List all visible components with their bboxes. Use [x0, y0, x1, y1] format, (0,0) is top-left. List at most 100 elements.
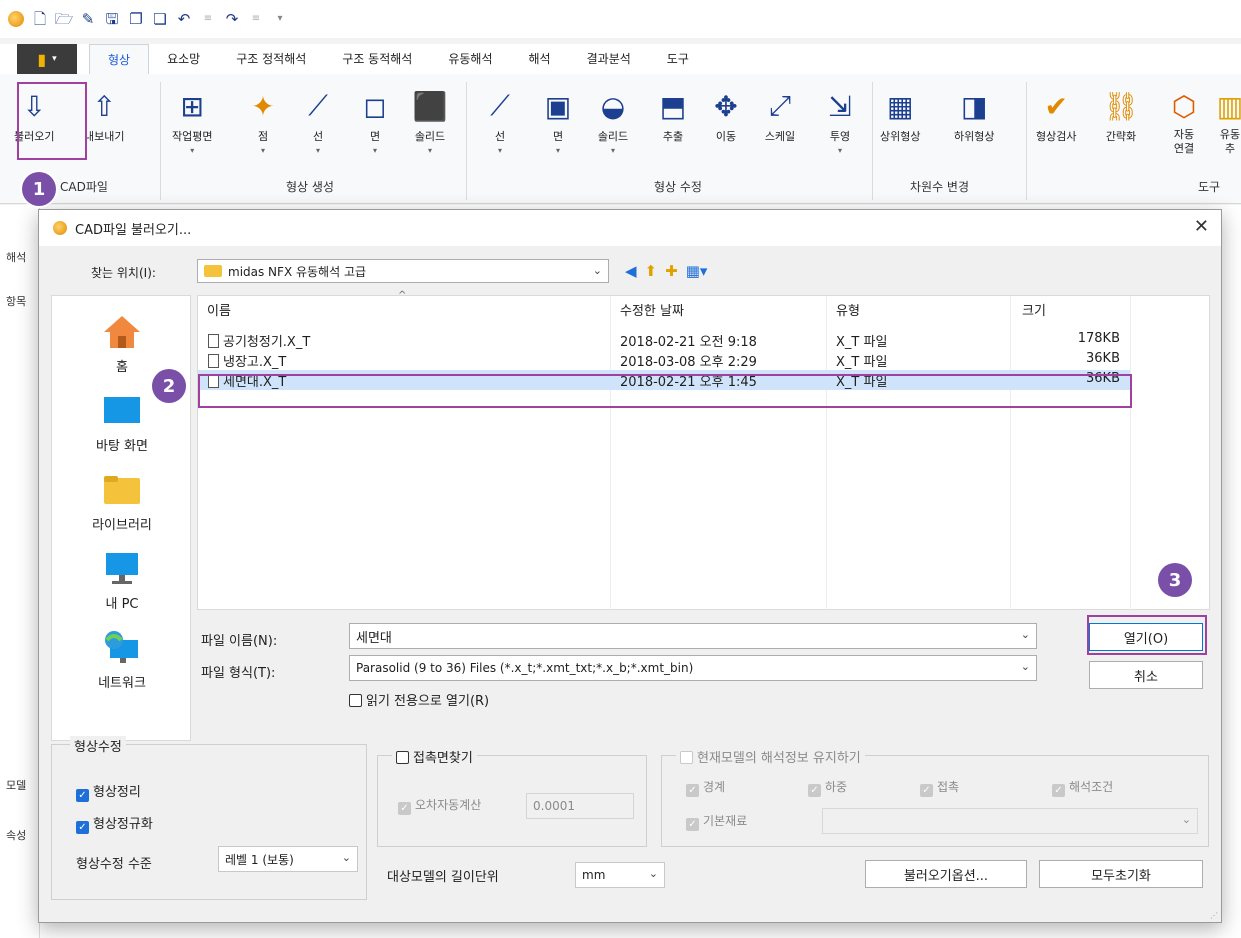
chevron-down-icon: ⌄: [1020, 660, 1030, 673]
keep-boundary-option[interactable]: ✓ 경계: [686, 778, 725, 797]
customize-qat-icon[interactable]: ▾: [272, 11, 288, 27]
view-menu-icon[interactable]: ▦▾: [686, 262, 708, 280]
flow-button[interactable]: ▥ 유동 추: [1212, 88, 1241, 156]
place-my-pc[interactable]: 내 PC: [52, 549, 192, 612]
file-menu-button[interactable]: ▮ ▾: [17, 44, 77, 74]
material-select[interactable]: ⌄: [822, 808, 1198, 834]
tab-static-analysis[interactable]: 구조 정적해석: [218, 44, 324, 74]
tolerance-input[interactable]: 0.0001: [526, 793, 634, 819]
projection-icon: ⇲: [828, 89, 852, 123]
filename-input[interactable]: 세면대 ⌄: [349, 623, 1037, 649]
app-logo-icon[interactable]: [8, 11, 24, 27]
modify-face-button[interactable]: ▣ 면 ▾: [540, 88, 576, 156]
shape-cleanup-label: 형상정리: [93, 785, 141, 800]
paste-doc-icon[interactable]: ❏: [152, 11, 168, 27]
tab-tools[interactable]: 도구: [649, 44, 707, 74]
import-options-button[interactable]: 불러오기옵션...: [865, 860, 1027, 888]
filetype-value: Parasolid (9 to 36) Files (*.x_t;*.xmt_t…: [356, 661, 694, 675]
modify-line-button[interactable]: ⟋ 선 ▾: [482, 88, 518, 155]
extract-button[interactable]: ⬒ 추출: [655, 88, 691, 144]
readonly-option[interactable]: 읽기 전용으로 열기(R): [349, 690, 489, 709]
keep-boundary-label: 경계: [703, 780, 726, 794]
keep-material-option[interactable]: ✓ 기본재료: [686, 812, 747, 831]
tab-dynamic-analysis[interactable]: 구조 동적해석: [324, 44, 430, 74]
keep-material-label: 기본재료: [703, 814, 748, 828]
contact-legend[interactable]: 접촉면찾기: [392, 747, 477, 766]
place-network[interactable]: 네트워크: [52, 628, 192, 691]
file-row[interactable]: 냉장고.X_T 2018-03-08 오후 2:29 X_T 파일 36KB: [198, 350, 1130, 370]
readonly-checkbox[interactable]: [349, 694, 362, 707]
dialog-title: CAD파일 불러오기...: [75, 222, 192, 238]
cad-export-icon: ⇧: [92, 89, 116, 123]
edit-icon[interactable]: ✎: [80, 11, 96, 27]
upper-shape-button[interactable]: ▦ 상위형상: [880, 88, 920, 144]
check-icon[interactable]: ✓: [76, 821, 89, 834]
tab-flow-analysis[interactable]: 유동해석: [430, 44, 510, 74]
save-icon[interactable]: 🖫: [104, 11, 120, 27]
shape-normalize-option[interactable]: ✓ 형상정규화: [76, 813, 153, 834]
cancel-button[interactable]: 취소: [1089, 661, 1203, 689]
file-list-header: 이름 ^ 수정한 날짜 유형 크기: [198, 290, 1209, 320]
undo-list-icon[interactable]: ≡: [200, 11, 216, 27]
check-icon[interactable]: ✓: [76, 789, 89, 802]
undo-icon[interactable]: ↶: [176, 11, 192, 27]
workplane-button[interactable]: ⊞ 작업평면 ▾: [172, 88, 212, 156]
tab-shape[interactable]: 형상: [89, 44, 150, 74]
extract-label: 추출: [662, 130, 684, 143]
look-in-select[interactable]: midas NFX 유동해석 고급 ⌄: [197, 259, 609, 283]
place-home[interactable]: 홈: [52, 312, 192, 375]
column-type[interactable]: 유형: [836, 300, 860, 319]
redo-list-icon[interactable]: ≡: [248, 11, 264, 27]
tab-analysis[interactable]: 해석: [511, 44, 569, 74]
reset-all-button[interactable]: 모두초기화: [1039, 860, 1203, 888]
desktop-icon: [104, 397, 140, 423]
filetype-select[interactable]: Parasolid (9 to 36) Files (*.x_t;*.xmt_t…: [349, 655, 1037, 681]
keep-conditions-option[interactable]: ✓ 해석조건: [1052, 778, 1113, 797]
point-button[interactable]: ✦ 점 ▾: [245, 88, 281, 156]
new-file-icon[interactable]: 🗋: [32, 11, 48, 27]
scale-button[interactable]: ⤢ 스케일: [762, 88, 798, 144]
new-folder-icon[interactable]: ✚: [665, 262, 678, 280]
open-folder-icon[interactable]: 🗁: [55, 11, 74, 27]
line-button[interactable]: ⟋ 선 ▾: [300, 88, 336, 155]
column-size[interactable]: 크기: [1022, 300, 1046, 319]
resize-grip-icon[interactable]: ⋰: [1210, 911, 1218, 920]
auto-connect-button[interactable]: ⬡ 자동 연결: [1166, 88, 1202, 156]
solid-button[interactable]: ⬛ 솔리드 ▾: [412, 88, 448, 156]
export-button[interactable]: ⇧ 내보내기: [84, 88, 124, 144]
solid-label: 솔리드: [414, 130, 446, 143]
file-row[interactable]: 공기청정기.X_T 2018-02-21 오전 9:18 X_T 파일 178K…: [198, 330, 1130, 350]
simplify-button[interactable]: ⛓ 간략화: [1103, 88, 1139, 144]
back-icon[interactable]: ◀: [625, 262, 637, 280]
cancel-label: 취소: [1134, 669, 1158, 685]
shape-check-button[interactable]: ✔ 형상검사: [1036, 88, 1076, 144]
fix-level-select[interactable]: 레벨 1 (보통) ⌄: [218, 846, 358, 872]
lower-shape-button[interactable]: ◨ 하위형상: [954, 88, 994, 144]
close-icon[interactable]: ✕: [1194, 216, 1209, 237]
keep-info-checkbox[interactable]: [680, 751, 693, 764]
column-name[interactable]: 이름: [207, 300, 231, 319]
contact-checkbox[interactable]: [396, 751, 409, 764]
keep-load-option[interactable]: ✓ 하중: [808, 778, 847, 797]
projection-button[interactable]: ⇲ 투영 ▾: [822, 88, 858, 156]
fix-level-value: 레벨 1 (보통): [225, 852, 294, 867]
keep-contact-option[interactable]: ✓ 접촉: [920, 778, 959, 797]
column-date[interactable]: 수정한 날짜: [620, 300, 684, 319]
shape-cleanup-option[interactable]: ✓ 형상정리: [76, 781, 141, 802]
auto-tolerance-option[interactable]: ✓ 오차자동계산: [398, 796, 481, 815]
folder-icon: [204, 265, 222, 277]
chevron-down-icon: ⌄: [1181, 813, 1191, 826]
point-label: 점: [257, 130, 269, 143]
copy-doc-icon[interactable]: ❐: [128, 11, 144, 27]
check-icon: ✓: [1052, 784, 1065, 797]
tab-results[interactable]: 결과분석: [569, 44, 649, 74]
move-button[interactable]: ✥ 이동: [708, 88, 744, 144]
keep-info-legend[interactable]: 현재모델의 해석정보 유지하기: [676, 747, 865, 766]
up-folder-icon[interactable]: ⬆: [645, 262, 658, 280]
place-library[interactable]: 라이브러리: [52, 470, 192, 533]
unit-select[interactable]: mm ⌄: [575, 862, 665, 888]
redo-icon[interactable]: ↷: [224, 11, 240, 27]
modify-solid-button[interactable]: ◒ 솔리드 ▾: [595, 88, 631, 156]
face-button[interactable]: ◻ 면 ▾: [357, 88, 393, 156]
tab-mesh[interactable]: 요소망: [149, 44, 218, 74]
